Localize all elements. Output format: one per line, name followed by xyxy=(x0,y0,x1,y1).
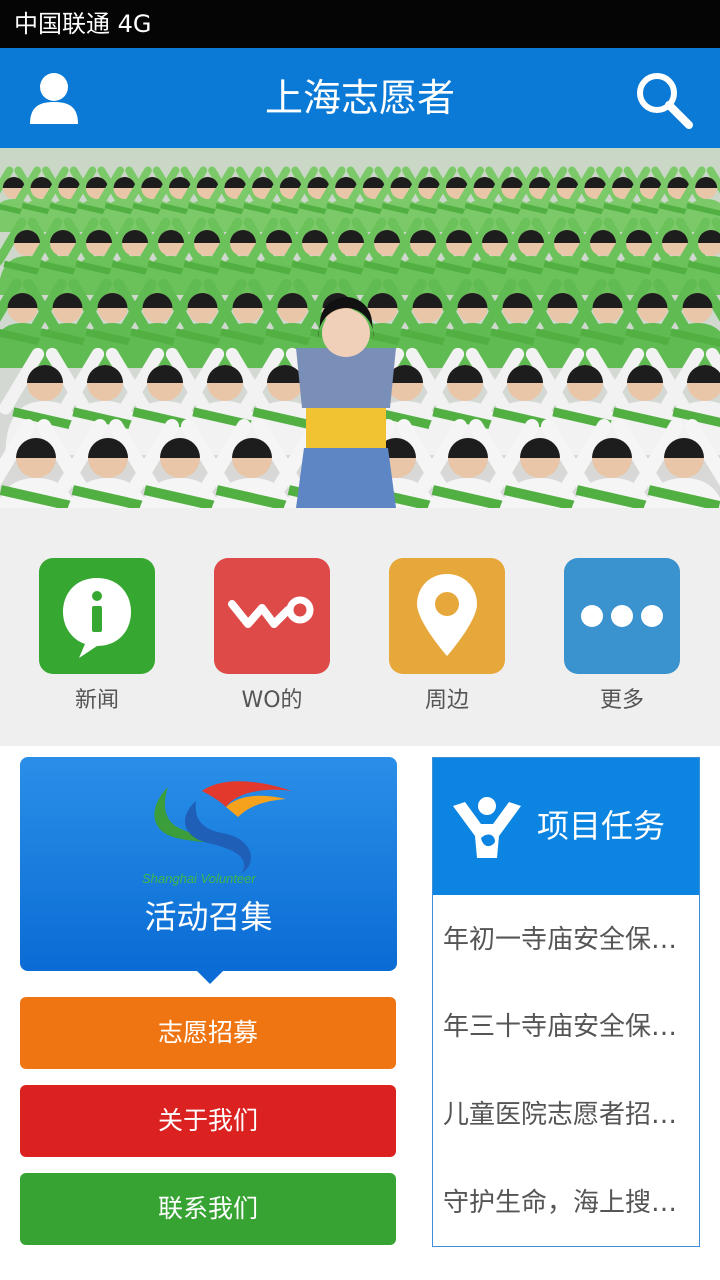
search-button[interactable] xyxy=(632,68,696,132)
quick-item-news[interactable]: 新闻 xyxy=(39,558,155,728)
more-tile[interactable] xyxy=(564,558,680,674)
wo-tile[interactable] xyxy=(214,558,330,674)
quick-item-nearby[interactable]: 周边 xyxy=(389,558,505,728)
volunteer-person-icon xyxy=(453,797,521,858)
location-pin-icon xyxy=(417,574,477,656)
news-tile[interactable] xyxy=(39,558,155,674)
about-us-button[interactable]: 关于我们 xyxy=(20,1085,396,1157)
wo-icon xyxy=(228,596,314,628)
banner-carousel[interactable] xyxy=(0,148,720,508)
task-item[interactable]: 儿童医院志愿者招… xyxy=(443,1097,691,1133)
info-icon xyxy=(63,578,131,658)
task-header[interactable]: 项目任务 xyxy=(433,758,699,895)
nearby-tile[interactable] xyxy=(389,558,505,674)
quick-item-more[interactable]: 更多 xyxy=(564,558,680,728)
task-title: 项目任务 xyxy=(537,807,666,845)
carrier-label: 中国联通 4G xyxy=(14,10,152,38)
activity-pointer xyxy=(196,970,224,984)
quick-label-wo: WO的 xyxy=(241,688,303,713)
task-item[interactable]: 年初一寺庙安全保… xyxy=(443,922,691,958)
logo-text: Shanghai Volunteer xyxy=(142,871,256,886)
app-title: 上海志愿者 xyxy=(264,76,455,120)
banner-photo xyxy=(0,148,720,508)
shanghai-volunteer-logo: Shanghai Volunteer xyxy=(142,781,292,886)
app-header: 上海志愿者 xyxy=(0,48,720,148)
quick-label-nearby: 周边 xyxy=(424,688,469,713)
quick-menu: 新闻 WO的 周边 更多 xyxy=(0,508,720,746)
quick-label-more: 更多 xyxy=(599,688,644,713)
project-tasks-panel: 项目任务 年初一寺庙安全保… 年三十寺庙安全保… 儿童医院志愿者招… 守护生命，… xyxy=(432,757,700,1247)
search-icon xyxy=(637,73,693,129)
activity-title: 活动召集 xyxy=(144,898,273,936)
quick-label-news: 新闻 xyxy=(74,688,119,713)
contact-us-button[interactable]: 联系我们 xyxy=(20,1173,396,1245)
activity-card[interactable]: Shanghai Volunteer 活动召集 xyxy=(20,757,397,971)
task-item[interactable]: 年三十寺庙安全保… xyxy=(443,1009,691,1045)
status-bar: 中国联通 4G xyxy=(0,0,720,48)
volunteer-recruit-button[interactable]: 志愿招募 xyxy=(20,997,396,1069)
more-icon xyxy=(581,605,663,627)
task-item[interactable]: 守护生命，海上搜… xyxy=(443,1185,691,1221)
quick-item-wo[interactable]: WO的 xyxy=(214,558,330,728)
